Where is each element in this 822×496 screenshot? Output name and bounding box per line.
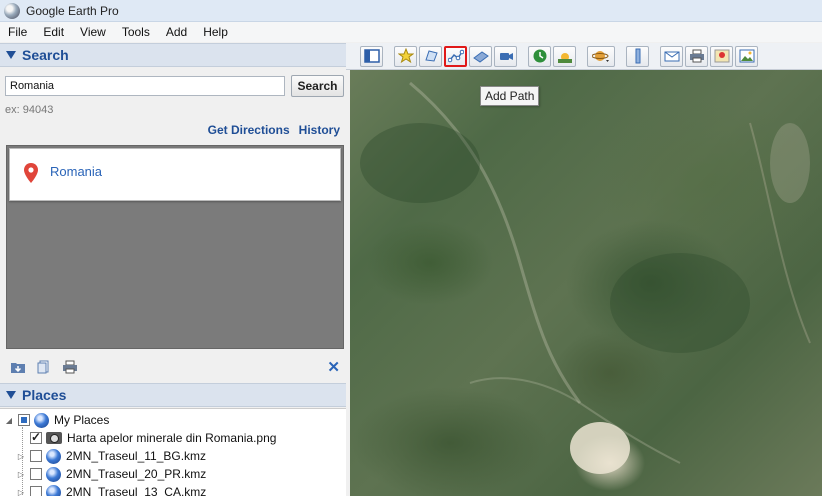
search-hint: ex: 94043 (5, 104, 54, 116)
expand-arrow-icon[interactable]: ▷ (16, 451, 26, 461)
globe-icon (46, 484, 61, 496)
tree-item-label: 2MN_Traseul_13_CA.kmz (66, 485, 207, 496)
polygon-add-icon (424, 50, 438, 62)
sidebar-toggle-icon (363, 49, 380, 63)
globe-icon (46, 448, 61, 464)
search-button[interactable]: Search (291, 75, 344, 97)
save-image-icon (739, 49, 754, 63)
search-result-item[interactable]: Romania (9, 148, 341, 201)
placemark-add-icon (397, 48, 414, 64)
checkbox[interactable] (30, 468, 42, 480)
email-button[interactable] (660, 45, 683, 67)
places-panel-header[interactable]: Places (0, 383, 346, 407)
planets-icon (592, 51, 609, 62)
collapse-arrow-icon[interactable]: ◢ (4, 415, 14, 425)
tree-item-traseul-20[interactable]: ▷ 2MN_Traseul_20_PR.kmz (0, 465, 346, 483)
search-results-pane: Romania (6, 145, 344, 349)
collapse-triangle-icon (6, 51, 16, 59)
print-results-icon[interactable] (62, 360, 78, 374)
add-image-overlay-button[interactable] (469, 45, 492, 67)
menu-file[interactable]: File (0, 22, 35, 42)
checkbox[interactable] (30, 450, 42, 462)
save-image-button[interactable] (735, 45, 758, 67)
tree-item-label: 2MN_Traseul_20_PR.kmz (66, 467, 207, 481)
print-icon (689, 49, 704, 63)
menu-add[interactable]: Add (158, 22, 195, 42)
title-bar: Google Earth Pro (0, 0, 822, 22)
search-panel-tools: ✕ (0, 354, 346, 380)
ruler-icon (635, 48, 640, 64)
tree-item-my-places[interactable]: ◢ My Places (0, 411, 346, 429)
sidebar: Search Search ex: 94043 Get Directions H… (0, 43, 346, 496)
add-placemark-button[interactable] (394, 45, 417, 67)
tree-item-label: Harta apelor minerale din Romania.png (67, 431, 277, 445)
tree-item-label: My Places (54, 413, 110, 427)
window-title: Google Earth Pro (26, 3, 119, 18)
historical-imagery-icon (533, 49, 546, 63)
menu-edit[interactable]: Edit (35, 22, 72, 42)
search-panel-title: Search (22, 47, 69, 63)
menu-help[interactable]: Help (195, 22, 236, 42)
map-view[interactable] (350, 43, 822, 496)
checkbox[interactable] (30, 430, 42, 444)
menu-view[interactable]: View (72, 22, 114, 42)
email-icon (664, 51, 679, 62)
tree-item-harta[interactable]: Harta apelor minerale din Romania.png (0, 429, 346, 447)
view-in-google-maps-button[interactable] (710, 45, 733, 67)
search-panel-header[interactable]: Search (0, 43, 346, 67)
image-overlay-add-icon (472, 51, 489, 63)
places-panel-title: Places (22, 387, 67, 403)
ruler-button[interactable] (626, 45, 649, 67)
get-directions-link[interactable]: Get Directions (208, 123, 290, 137)
print-button[interactable] (685, 45, 708, 67)
expand-arrow-icon[interactable]: ▷ (16, 469, 26, 479)
sunlight-button[interactable] (553, 45, 576, 67)
clear-search-close-icon[interactable]: ✕ (327, 358, 340, 376)
checkbox[interactable] (18, 414, 30, 426)
collapse-triangle-icon (6, 391, 16, 399)
tour-record-icon (499, 53, 513, 60)
checkbox[interactable] (30, 486, 42, 496)
view-in-maps-icon (714, 49, 729, 63)
record-tour-button[interactable] (494, 45, 517, 67)
globe-icon (34, 412, 49, 428)
search-result-label: Romania (50, 164, 103, 179)
planets-button[interactable] (587, 45, 615, 67)
copy-icon[interactable] (36, 360, 52, 374)
places-tree: ◢ My Places Harta apelor minerale din Ro… (0, 408, 346, 496)
history-link[interactable]: History (299, 123, 340, 137)
add-polygon-button[interactable] (419, 45, 442, 67)
search-links: Get Directions History (208, 123, 340, 137)
globe-icon (46, 466, 61, 482)
main-toolbar (346, 43, 822, 70)
sunlight-icon (557, 53, 572, 63)
tree-item-label: 2MN_Traseul_11_BG.kmz (66, 449, 207, 463)
search-input[interactable] (5, 76, 285, 96)
sidebar-toggle-button[interactable] (360, 45, 383, 67)
google-earth-app-icon (4, 2, 20, 19)
terrain-overlay (360, 81, 811, 474)
camera-icon (46, 432, 62, 444)
save-to-places-icon[interactable] (10, 360, 26, 374)
tree-item-traseul-11[interactable]: ▷ 2MN_Traseul_11_BG.kmz (0, 447, 346, 465)
menu-tools[interactable]: Tools (114, 22, 158, 42)
add-path-tooltip: Add Path (480, 86, 540, 106)
tree-item-traseul-13[interactable]: ▷ 2MN_Traseul_13_CA.kmz (0, 483, 346, 496)
path-add-icon (447, 49, 464, 63)
historical-imagery-button[interactable] (528, 45, 551, 67)
menu-bar: File Edit View Tools Add Help (0, 22, 822, 42)
add-path-button[interactable] (444, 45, 467, 67)
location-pin-icon (24, 163, 38, 183)
expand-arrow-icon[interactable]: ▷ (16, 487, 26, 496)
